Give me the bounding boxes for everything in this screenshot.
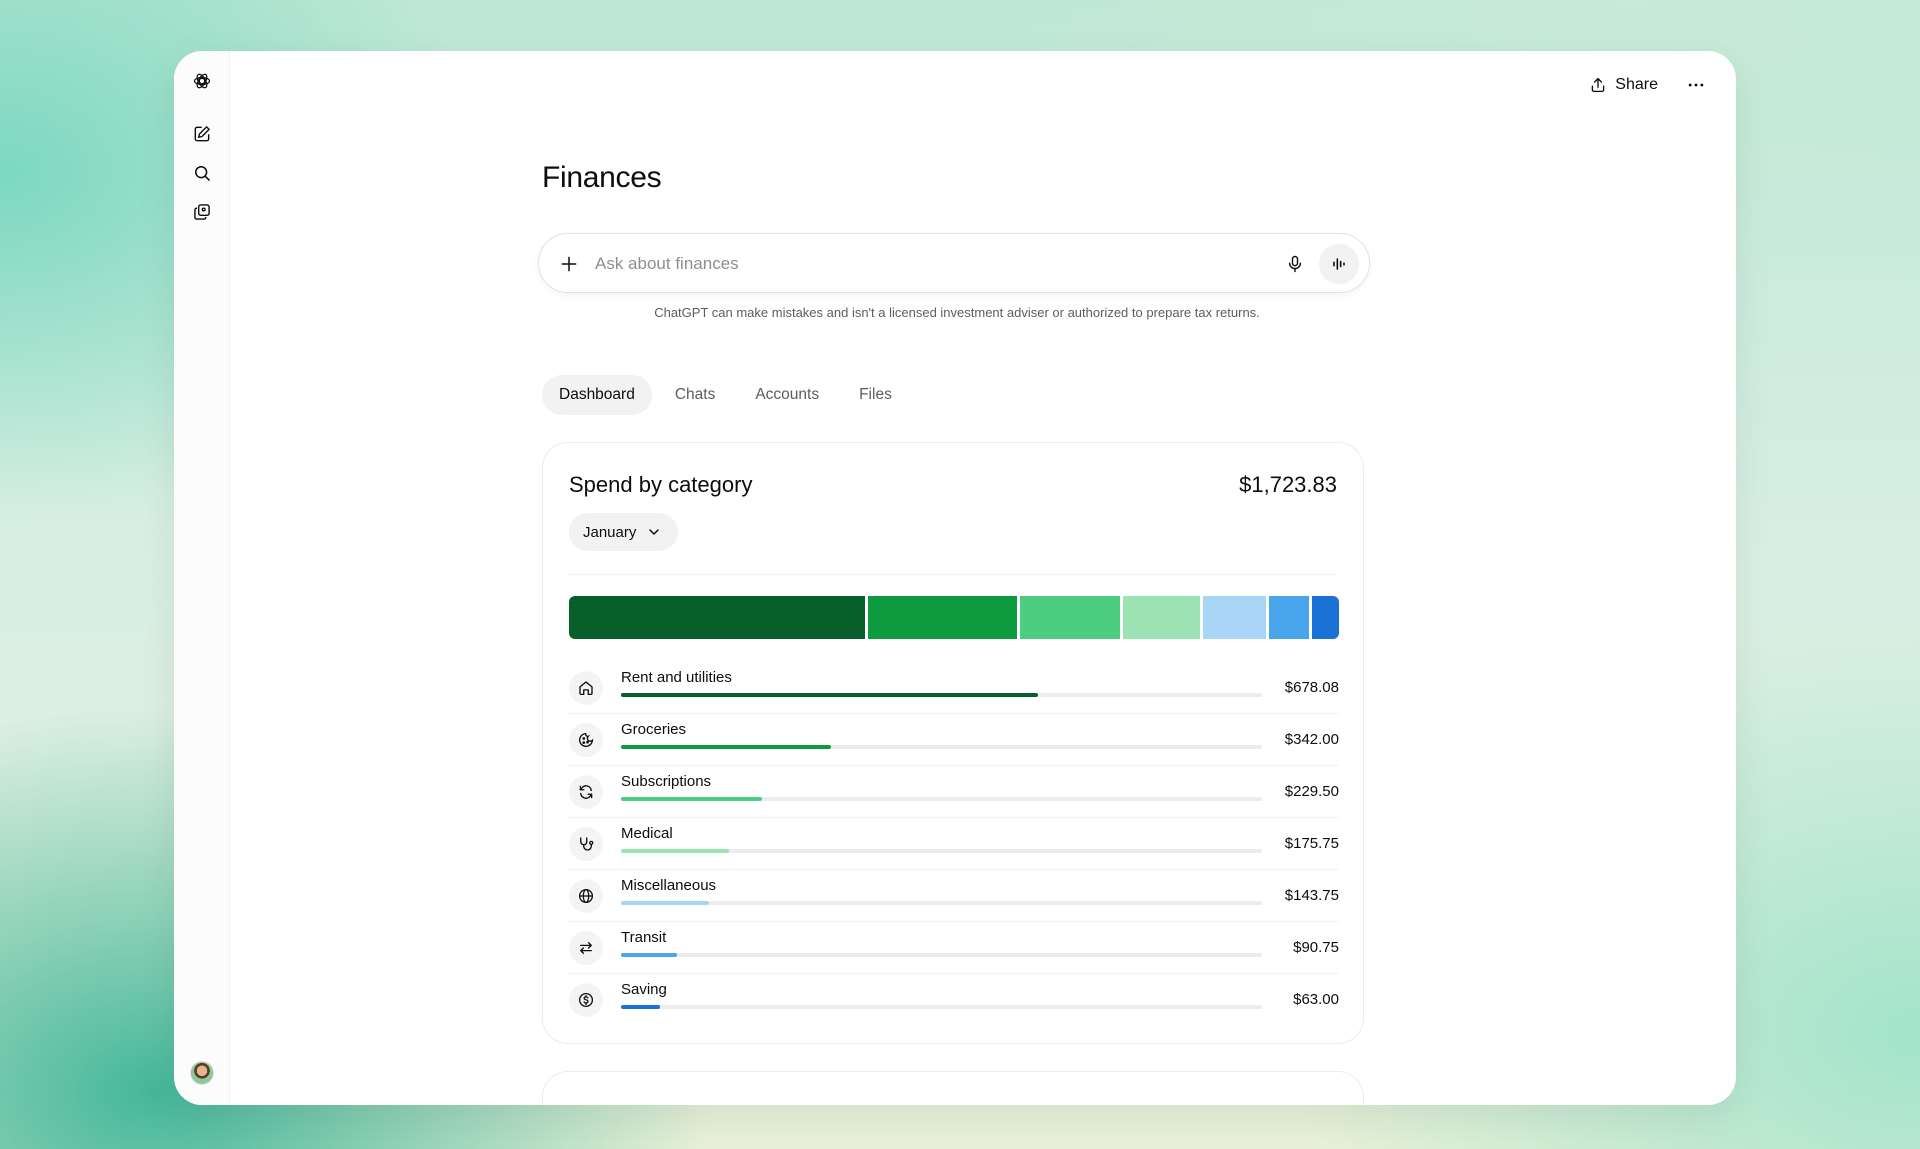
category-progress-track (621, 693, 1262, 697)
transfer-icon (569, 931, 603, 965)
plus-icon (561, 256, 577, 272)
search-icon[interactable] (189, 160, 215, 186)
stacked-bar-segment (1268, 596, 1312, 639)
category-amount: $175.75 (1284, 835, 1339, 852)
category-progress-fill (621, 745, 832, 749)
category-row-rent[interactable]: Rent and utilities $678.08 (569, 662, 1339, 714)
chevron-down-icon (649, 529, 660, 535)
category-row-miscellaneous[interactable]: Miscellaneous $143.75 (569, 870, 1339, 922)
category-row-groceries[interactable]: Groceries $342.00 (569, 714, 1339, 766)
divider (569, 574, 1337, 575)
tab-files[interactable]: Files (842, 375, 909, 415)
stacked-bar-segment (1203, 596, 1269, 639)
stacked-bar-segment (867, 596, 1021, 639)
more-options-button[interactable] (1680, 69, 1712, 101)
voice-mode-button[interactable] (1319, 244, 1359, 284)
category-progress-track (621, 901, 1262, 905)
category-amount: $63.00 (1293, 991, 1339, 1008)
disclaimer-text: ChatGPT can make mistakes and isn't a li… (654, 305, 1260, 320)
tab-dashboard[interactable]: Dashboard (542, 375, 652, 415)
category-amount: $678.08 (1284, 679, 1339, 696)
spend-stacked-bar (569, 596, 1339, 639)
home-icon (569, 671, 603, 705)
app-window: Share Finances Ask about finances ChatGP… (174, 51, 1736, 1105)
search-input[interactable] (595, 248, 1235, 280)
category-label: Transit (621, 929, 667, 946)
library-icon[interactable] (189, 199, 215, 225)
cookie-icon (569, 723, 603, 757)
search-box (538, 233, 1370, 293)
category-progress-fill (621, 1005, 660, 1009)
stacked-bar-segment (569, 596, 868, 639)
category-label: Groceries (621, 721, 687, 738)
microphone-icon (1288, 255, 1302, 273)
category-amount: $143.75 (1284, 887, 1339, 904)
stacked-bar-segment (1123, 596, 1204, 639)
dollar-circle-icon (569, 983, 603, 1017)
category-row-transit[interactable]: Transit $90.75 (569, 922, 1339, 974)
voice-waveform-icon (1333, 258, 1345, 270)
category-progress-track (621, 1005, 1262, 1009)
globe-icon (569, 879, 603, 913)
category-progress-fill (621, 849, 729, 853)
sidebar (174, 51, 230, 1105)
add-attachment-button[interactable] (557, 252, 581, 276)
stethoscope-icon (569, 827, 603, 861)
spend-total: $1,723.83 (1239, 472, 1337, 497)
page-title: Finances (542, 161, 662, 194)
category-amount: $229.50 (1284, 783, 1339, 800)
tab-bar: Dashboard Chats Accounts Files (542, 375, 909, 415)
share-icon (1591, 77, 1605, 93)
category-progress-fill (621, 953, 677, 957)
category-progress-track (621, 745, 1262, 749)
category-list: Rent and utilities $678.08 Groceries $34… (569, 662, 1339, 1026)
category-label: Miscellaneous (621, 877, 717, 894)
stacked-bar-segment (1311, 596, 1339, 639)
category-label: Rent and utilities (621, 669, 732, 686)
stacked-bar-segment (1020, 596, 1124, 639)
more-horizontal-icon (1688, 83, 1704, 87)
tab-accounts[interactable]: Accounts (738, 375, 836, 415)
category-row-saving[interactable]: Saving $63.00 (569, 974, 1339, 1026)
refresh-icon (569, 775, 603, 809)
category-amount: $90.75 (1293, 939, 1339, 956)
category-progress-track (621, 797, 1262, 801)
tab-chats[interactable]: Chats (658, 375, 733, 415)
openai-logo-icon[interactable] (189, 68, 215, 94)
category-progress-fill (621, 693, 1038, 697)
category-label: Saving (621, 981, 667, 998)
share-button[interactable]: Share (1581, 69, 1666, 101)
month-selector[interactable]: January (569, 513, 679, 551)
new-chat-icon[interactable] (189, 121, 215, 147)
category-progress-fill (621, 797, 763, 801)
card-title: Spend by category (569, 472, 753, 497)
dictate-button[interactable] (1283, 252, 1307, 276)
category-row-subscriptions[interactable]: Subscriptions $229.50 (569, 766, 1339, 818)
spend-by-category-card: Spend by category $1,723.83 January Rent… (542, 442, 1364, 1044)
category-label: Subscriptions (621, 773, 712, 790)
category-row-medical[interactable]: Medical $175.75 (569, 818, 1339, 870)
category-progress-track (621, 849, 1262, 853)
category-label: Medical (621, 825, 673, 842)
month-label: January (583, 523, 637, 541)
share-label: Share (1615, 76, 1658, 93)
avatar[interactable] (190, 1061, 214, 1085)
category-progress-track (621, 953, 1262, 957)
category-progress-fill (621, 901, 710, 905)
next-card-partial (542, 1071, 1364, 1105)
category-amount: $342.00 (1284, 731, 1339, 748)
